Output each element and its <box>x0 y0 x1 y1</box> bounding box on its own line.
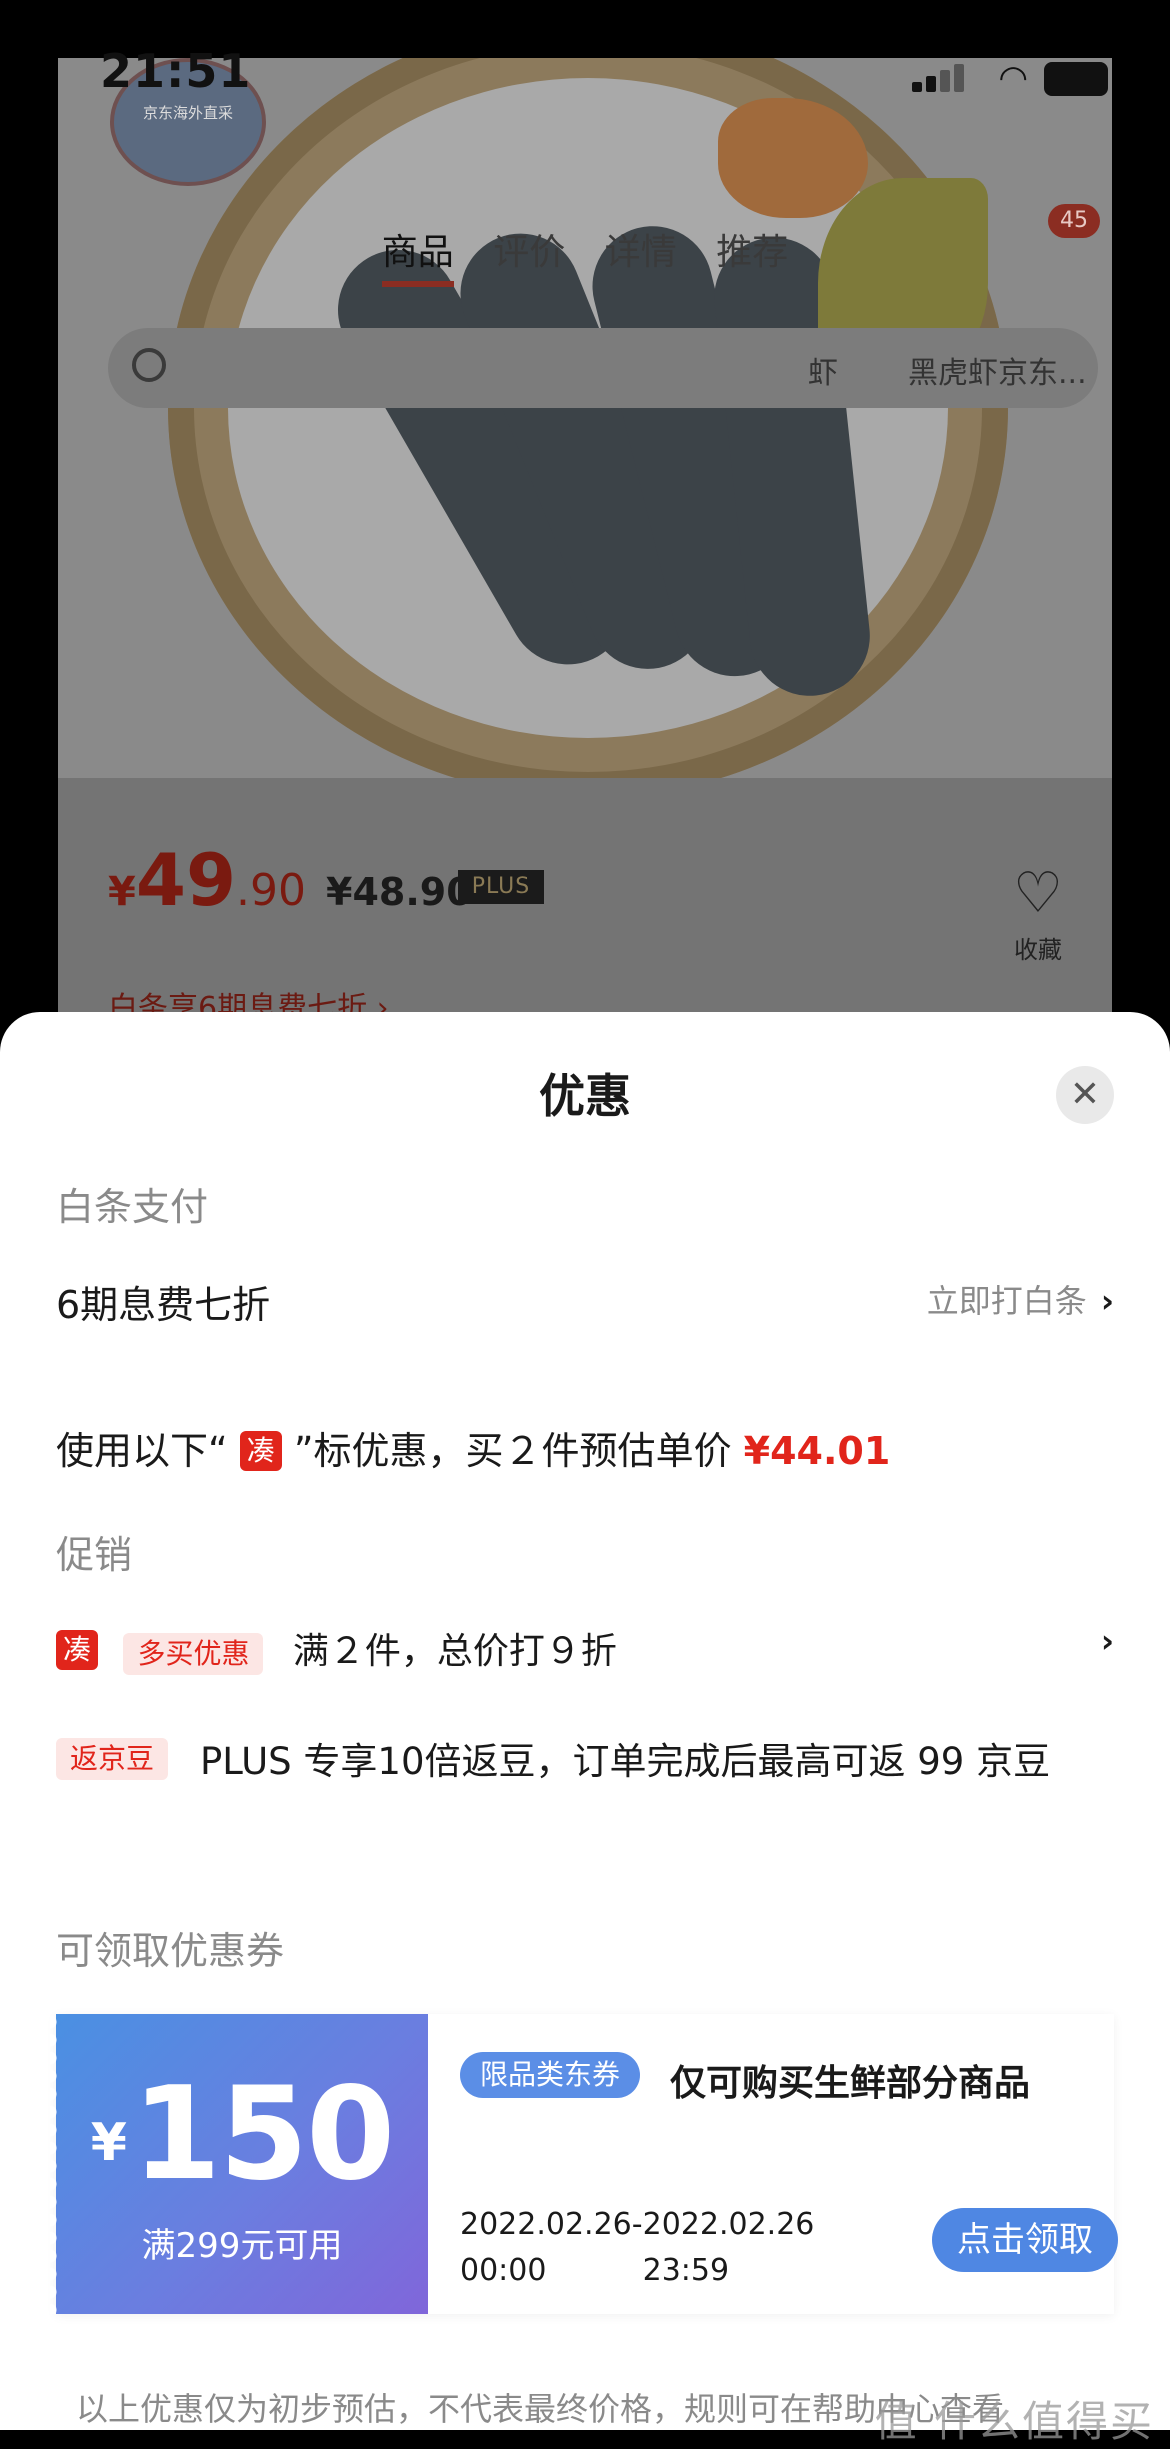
search-icon <box>132 348 166 382</box>
coupon-value: 150 <box>132 2060 395 2209</box>
tab-reviews[interactable]: 评价 <box>493 223 565 275</box>
favorite-button[interactable]: ♡ 收藏 <box>998 864 1078 965</box>
ling-badge: 凑 <box>56 1630 98 1670</box>
product-image: 京东海外直采 <box>58 58 1112 798</box>
coupon-end-time: 23:59 <box>642 2253 730 2288</box>
multi-buy-tag: 多买优惠 <box>123 1633 264 1675</box>
watermark: 值 什么值得买 <box>874 2397 1154 2446</box>
estimate-price: ¥44.01 <box>743 1429 891 1473</box>
promotion-content: 凑 多买优惠 满２件，总价打９折 <box>56 1622 617 1675</box>
coupon-description: 仅可购买生鲜部分商品 <box>670 2063 1031 2104</box>
baitiao-open-link[interactable]: 立即打白条 › <box>927 1276 1114 1322</box>
coupon-type-tag: 限品类东券 <box>460 2052 641 2098</box>
price-currency: ¥ <box>108 869 136 915</box>
coupon-currency: ¥ <box>90 2113 127 2173</box>
coupon-start-time: 00:00 <box>460 2253 547 2288</box>
promotion-text: 满２件，总价打９折 <box>292 1631 617 1672</box>
favorite-label: 收藏 <box>1014 936 1062 964</box>
sheet-title: 优惠 <box>539 1069 631 1123</box>
baitiao-offer: 6期息费七折 <box>56 1283 271 1327</box>
signal-icon <box>912 62 968 92</box>
coupon-start-date: 2022.02.26 <box>460 2207 632 2242</box>
status-time: 21:51 <box>100 44 252 98</box>
logo-text: 京东海外直采 <box>142 104 233 122</box>
promotion-section-title: 促销 <box>56 1533 133 1577</box>
jingdou-description: PLUS 专享10倍返豆，订单完成后最高可返 99 京豆 <box>200 1740 1051 1783</box>
tab-details[interactable]: 详情 <box>605 223 677 275</box>
price-decimal: .90 <box>236 865 307 916</box>
coupon-card: ¥ 150 满299元可用 限品类东券 仅可购买生鲜部分商品 2022.02.2… <box>50 2014 1118 2314</box>
estimate-line: 使用以下“ 凑 ”标优惠，买２件预估单价 ¥44.01 <box>56 1420 890 1475</box>
promotion-row[interactable]: 凑 多买优惠 满２件，总价打９折 › <box>0 1622 1170 1682</box>
ling-badge: 凑 <box>239 1431 282 1471</box>
coupon-condition: 满299元可用 <box>141 2226 343 2266</box>
coupon-end-date: 2022.02.26 <box>642 2207 815 2242</box>
discount-sheet: 优惠 ✕ 白条支付 6期息费七折 立即打白条 › 使用以下“ 凑 ”标优惠，买２件… <box>0 1012 1170 2430</box>
coupon-date-separator: - <box>631 2207 643 2242</box>
current-price: ¥49.90 <box>108 838 306 922</box>
coupon-validity: 2022.02.26 00:00 - 2022.02.26 23:59 <box>460 2202 814 2294</box>
heart-plus-icon: ♡ <box>1012 861 1064 926</box>
wifi-icon: ◠ <box>998 58 1028 98</box>
chevron-right-icon: › <box>1100 1282 1114 1320</box>
tab-product[interactable]: 商品 <box>381 223 454 287</box>
jingdou-tag: 返京豆 <box>56 1738 169 1780</box>
price-integer: 49 <box>135 838 237 922</box>
search-tag[interactable]: 虾 <box>808 348 838 392</box>
disclaimer-text: 以上优惠仅为初步预估，不代表最终价格，规则可在帮助中心查看 <box>76 2390 1005 2428</box>
coupon-section-title: 可领取优惠券 <box>56 1929 285 1973</box>
tab-recommend[interactable]: 推荐 <box>716 223 788 275</box>
search-bar[interactable]: 虾 黑虎虾京东... <box>108 328 1098 408</box>
plus-tag: PLUS <box>458 870 544 904</box>
claim-coupon-button[interactable]: 点击领取 <box>932 2208 1118 2272</box>
plus-price: ¥48.90 <box>326 870 473 914</box>
estimate-middle: ”标优惠，买２件预估单价 <box>293 1429 732 1473</box>
close-button[interactable]: ✕ <box>1056 1066 1114 1124</box>
coupon-value-panel: ¥ 150 满299元可用 <box>50 2014 428 2314</box>
product-page-overlay[interactable]: 京东海外直采 商品 评价 详情 推荐 45 虾 黑虎虾京东... ¥49.90 … <box>58 58 1112 1058</box>
search-tag[interactable]: 黑虎虾京东... <box>908 348 1087 392</box>
estimate-prefix: 使用以下“ <box>56 1429 228 1473</box>
battery-icon <box>1044 62 1108 96</box>
cart-count-badge[interactable]: 45 <box>1048 204 1100 238</box>
baitiao-section-title: 白条支付 <box>56 1185 209 1229</box>
coupon-amount: ¥ 150 <box>56 2060 428 2209</box>
chevron-right-icon: › <box>1100 1622 1114 1660</box>
close-icon: ✕ <box>1069 1074 1101 1115</box>
product-tabs: 商品 评价 详情 推荐 <box>58 223 1112 287</box>
baitiao-open-label: 立即打白条 <box>926 1282 1087 1320</box>
